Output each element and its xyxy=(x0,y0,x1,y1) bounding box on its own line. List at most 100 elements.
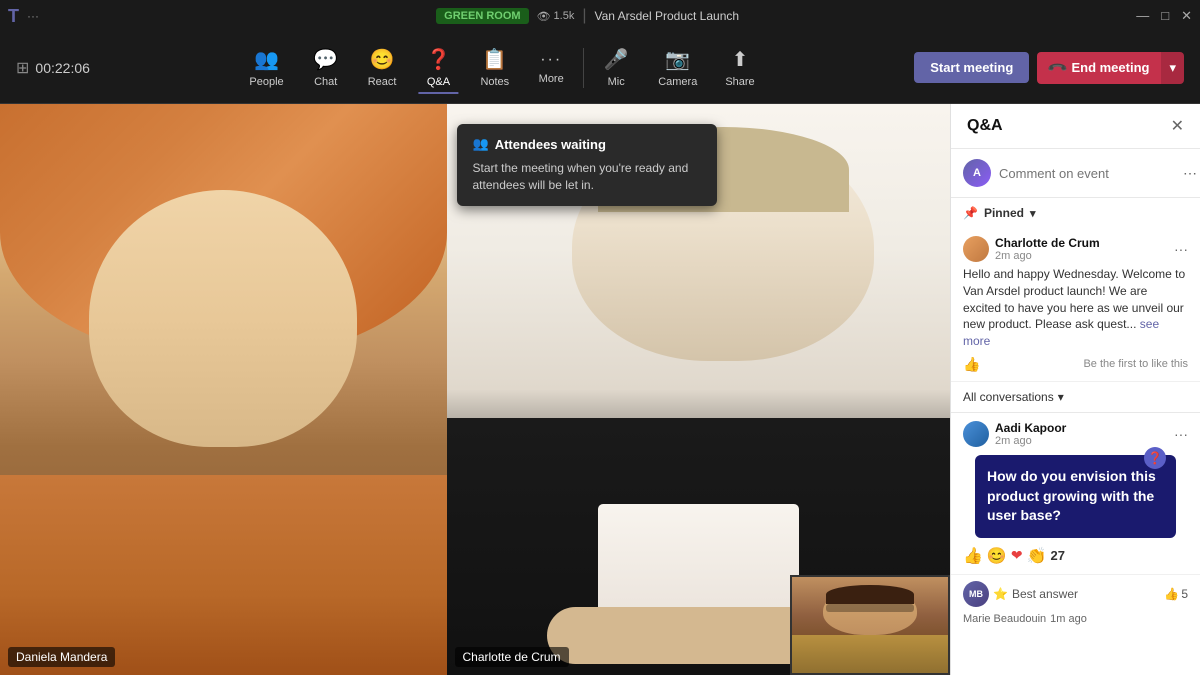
event-title: Van Arsdel Product Launch xyxy=(595,9,740,23)
toolbar-chat-label: Chat xyxy=(314,76,337,88)
all-conversations-row[interactable]: All conversations ▾ xyxy=(951,382,1200,413)
glasses xyxy=(826,604,913,612)
pinned-message-text: Hello and happy Wednesday. Welcome to Va… xyxy=(963,266,1188,350)
reaction-count: 27 xyxy=(1051,548,1065,563)
toolbar-camera-label: Camera xyxy=(658,76,697,88)
best-answer-badge: ⭐ xyxy=(993,587,1008,601)
toolbar-notes-label: Notes xyxy=(480,76,509,88)
pinned-more-button[interactable]: ··· xyxy=(1174,241,1188,257)
video-right: 👥 Attendees waiting Start the meeting wh… xyxy=(447,104,951,675)
end-meeting-button[interactable]: 📞 End meeting xyxy=(1037,52,1161,84)
toolbar-react-label: React xyxy=(368,76,397,88)
start-meeting-button[interactable]: Start meeting xyxy=(914,52,1029,83)
best-answer-row: MB ⭐ Best answer 👍 5 xyxy=(951,575,1200,613)
toolbar-notes[interactable]: 📋 Notes xyxy=(466,41,523,94)
aadi-user: Aadi Kapoor 2m ago xyxy=(963,421,1066,447)
toolbar: ⊞ 00:22:06 👥 People 💬 Chat 😊 React ❓ Q&A… xyxy=(0,32,1200,104)
toolbar-action-buttons: Start meeting 📞 End meeting ▾ xyxy=(914,52,1200,84)
attendees-tooltip: 👥 Attendees waiting Start the meeting wh… xyxy=(457,124,717,206)
toolbar-share-label: Share xyxy=(725,76,754,88)
pinned-like-button[interactable]: 👍 xyxy=(963,356,980,373)
end-meeting-chevron[interactable]: ▾ xyxy=(1161,52,1184,84)
thumb-jacket xyxy=(792,635,948,673)
toolbar-items: 👥 People 💬 Chat 😊 React ❓ Q&A 📋 Notes ··… xyxy=(90,41,914,94)
share-icon: ⬆ xyxy=(732,47,749,72)
thumbs-up-reaction[interactable]: 👍 xyxy=(963,546,983,566)
charlotte-avatar xyxy=(963,236,989,262)
pinned-like-text: Be the first to like this xyxy=(1083,358,1188,370)
qa-header: Q&A ✕ xyxy=(951,104,1200,149)
best-answer-label: Best answer xyxy=(1012,587,1078,601)
toolbar-more[interactable]: ··· More xyxy=(523,45,579,91)
qa-panel: Q&A ✕ A ⋯ ▾ 📌 Pinned ▾ Charlotte xyxy=(950,104,1200,675)
left-name-label: Daniela Mandera xyxy=(8,647,115,667)
people-icon: 👥 xyxy=(254,47,279,72)
toolbar-qna-label: Q&A xyxy=(427,76,450,88)
toolbar-people[interactable]: 👥 People xyxy=(235,41,297,94)
toolbar-divider xyxy=(583,48,584,88)
aadi-username: Aadi Kapoor xyxy=(995,421,1066,435)
teams-logo: T xyxy=(8,6,19,27)
video-left-feed xyxy=(0,104,447,675)
aadi-message-header: Aadi Kapoor 2m ago ··· xyxy=(963,421,1188,447)
qa-input-row[interactable]: A ⋯ ▾ xyxy=(951,149,1200,198)
window-controls: — □ ✕ xyxy=(1136,8,1192,24)
toolbar-share[interactable]: ⬆ Share xyxy=(711,41,768,94)
notes-icon: 📋 xyxy=(482,47,507,72)
qa-comment-input[interactable] xyxy=(999,166,1175,181)
best-answer-user: ⭐ Best answer xyxy=(993,587,1078,601)
qa-pinned-section: 📌 Pinned ▾ Charlotte de Crum 2m ago ··· xyxy=(951,198,1200,675)
clap-reaction[interactable]: 👏 xyxy=(1027,546,1047,566)
question-text: How do you envision this product growing… xyxy=(987,467,1164,526)
best-answer-time: 1m ago xyxy=(1050,613,1087,625)
question-card: ❓ How do you envision this product growi… xyxy=(975,455,1176,538)
thumb-feed xyxy=(792,577,948,673)
pin-icon: 📌 xyxy=(963,206,978,220)
maximize-button[interactable]: □ xyxy=(1161,8,1169,24)
body-left xyxy=(0,475,447,675)
green-room-badge: GREEN ROOM xyxy=(436,8,528,24)
mb-avatar: MB xyxy=(963,581,989,607)
best-answer-like-icon: 👍 xyxy=(1164,587,1179,601)
qa-close-button[interactable]: ✕ xyxy=(1171,116,1184,136)
video-area: Daniela Mandera 👥 Attendees waiting Star… xyxy=(0,104,950,675)
qa-input-options-button[interactable]: ⋯ xyxy=(1183,165,1197,182)
toolbar-react[interactable]: 😊 React xyxy=(354,41,411,94)
toolbar-more-label: More xyxy=(539,73,564,85)
attendees-icon: 👥 xyxy=(473,136,489,152)
mic-icon: 🎤 xyxy=(604,47,629,72)
toolbar-mic[interactable]: 🎤 Mic xyxy=(588,41,644,94)
pinned-chevron: ▾ xyxy=(1030,207,1036,220)
reactions-row: 👍 😊 ❤ 👏 27 xyxy=(963,546,1188,566)
toolbar-qna[interactable]: ❓ Q&A xyxy=(410,41,466,94)
video-left: Daniela Mandera xyxy=(0,104,447,675)
minimize-button[interactable]: — xyxy=(1136,8,1149,24)
qa-title: Q&A xyxy=(967,117,1003,135)
smile-reaction[interactable]: 😊 xyxy=(987,546,1007,566)
timer-display: 00:22:06 xyxy=(35,60,90,76)
best-answer-username: Marie Beaudouin xyxy=(963,613,1046,625)
aadi-user-info: Aadi Kapoor 2m ago xyxy=(995,421,1066,447)
react-icon: 😊 xyxy=(370,47,395,72)
toolbar-people-label: People xyxy=(249,76,283,88)
tooltip-title: 👥 Attendees waiting xyxy=(473,136,701,152)
title-bar-menu[interactable]: ··· xyxy=(27,9,39,23)
toolbar-chat[interactable]: 💬 Chat xyxy=(298,41,354,94)
main-content: Daniela Mandera 👥 Attendees waiting Star… xyxy=(0,104,1200,675)
eye-icon: 👁 xyxy=(537,10,551,23)
pinned-like-row: 👍 Be the first to like this xyxy=(963,356,1188,373)
question-icon: ❓ xyxy=(1148,451,1163,465)
title-bar: T ··· GREEN ROOM 👁 1.5k | Van Arsdel Pro… xyxy=(0,0,1200,32)
toolbar-camera[interactable]: 📷 Camera xyxy=(644,41,711,94)
heart-reaction[interactable]: ❤ xyxy=(1011,547,1023,564)
aadi-time: 2m ago xyxy=(995,435,1066,447)
close-button[interactable]: ✕ xyxy=(1181,8,1192,24)
pinned-section-header[interactable]: 📌 Pinned ▾ xyxy=(951,198,1200,228)
thumb-hair xyxy=(826,585,913,604)
pinned-time: 2m ago xyxy=(995,250,1100,262)
aadi-more-button[interactable]: ··· xyxy=(1174,426,1188,442)
timer-area: ⊞ 00:22:06 xyxy=(0,58,90,78)
title-bar-center: GREEN ROOM 👁 1.5k | Van Arsdel Product L… xyxy=(47,7,1128,25)
face-left xyxy=(89,190,357,447)
toolbar-mic-label: Mic xyxy=(608,76,625,88)
